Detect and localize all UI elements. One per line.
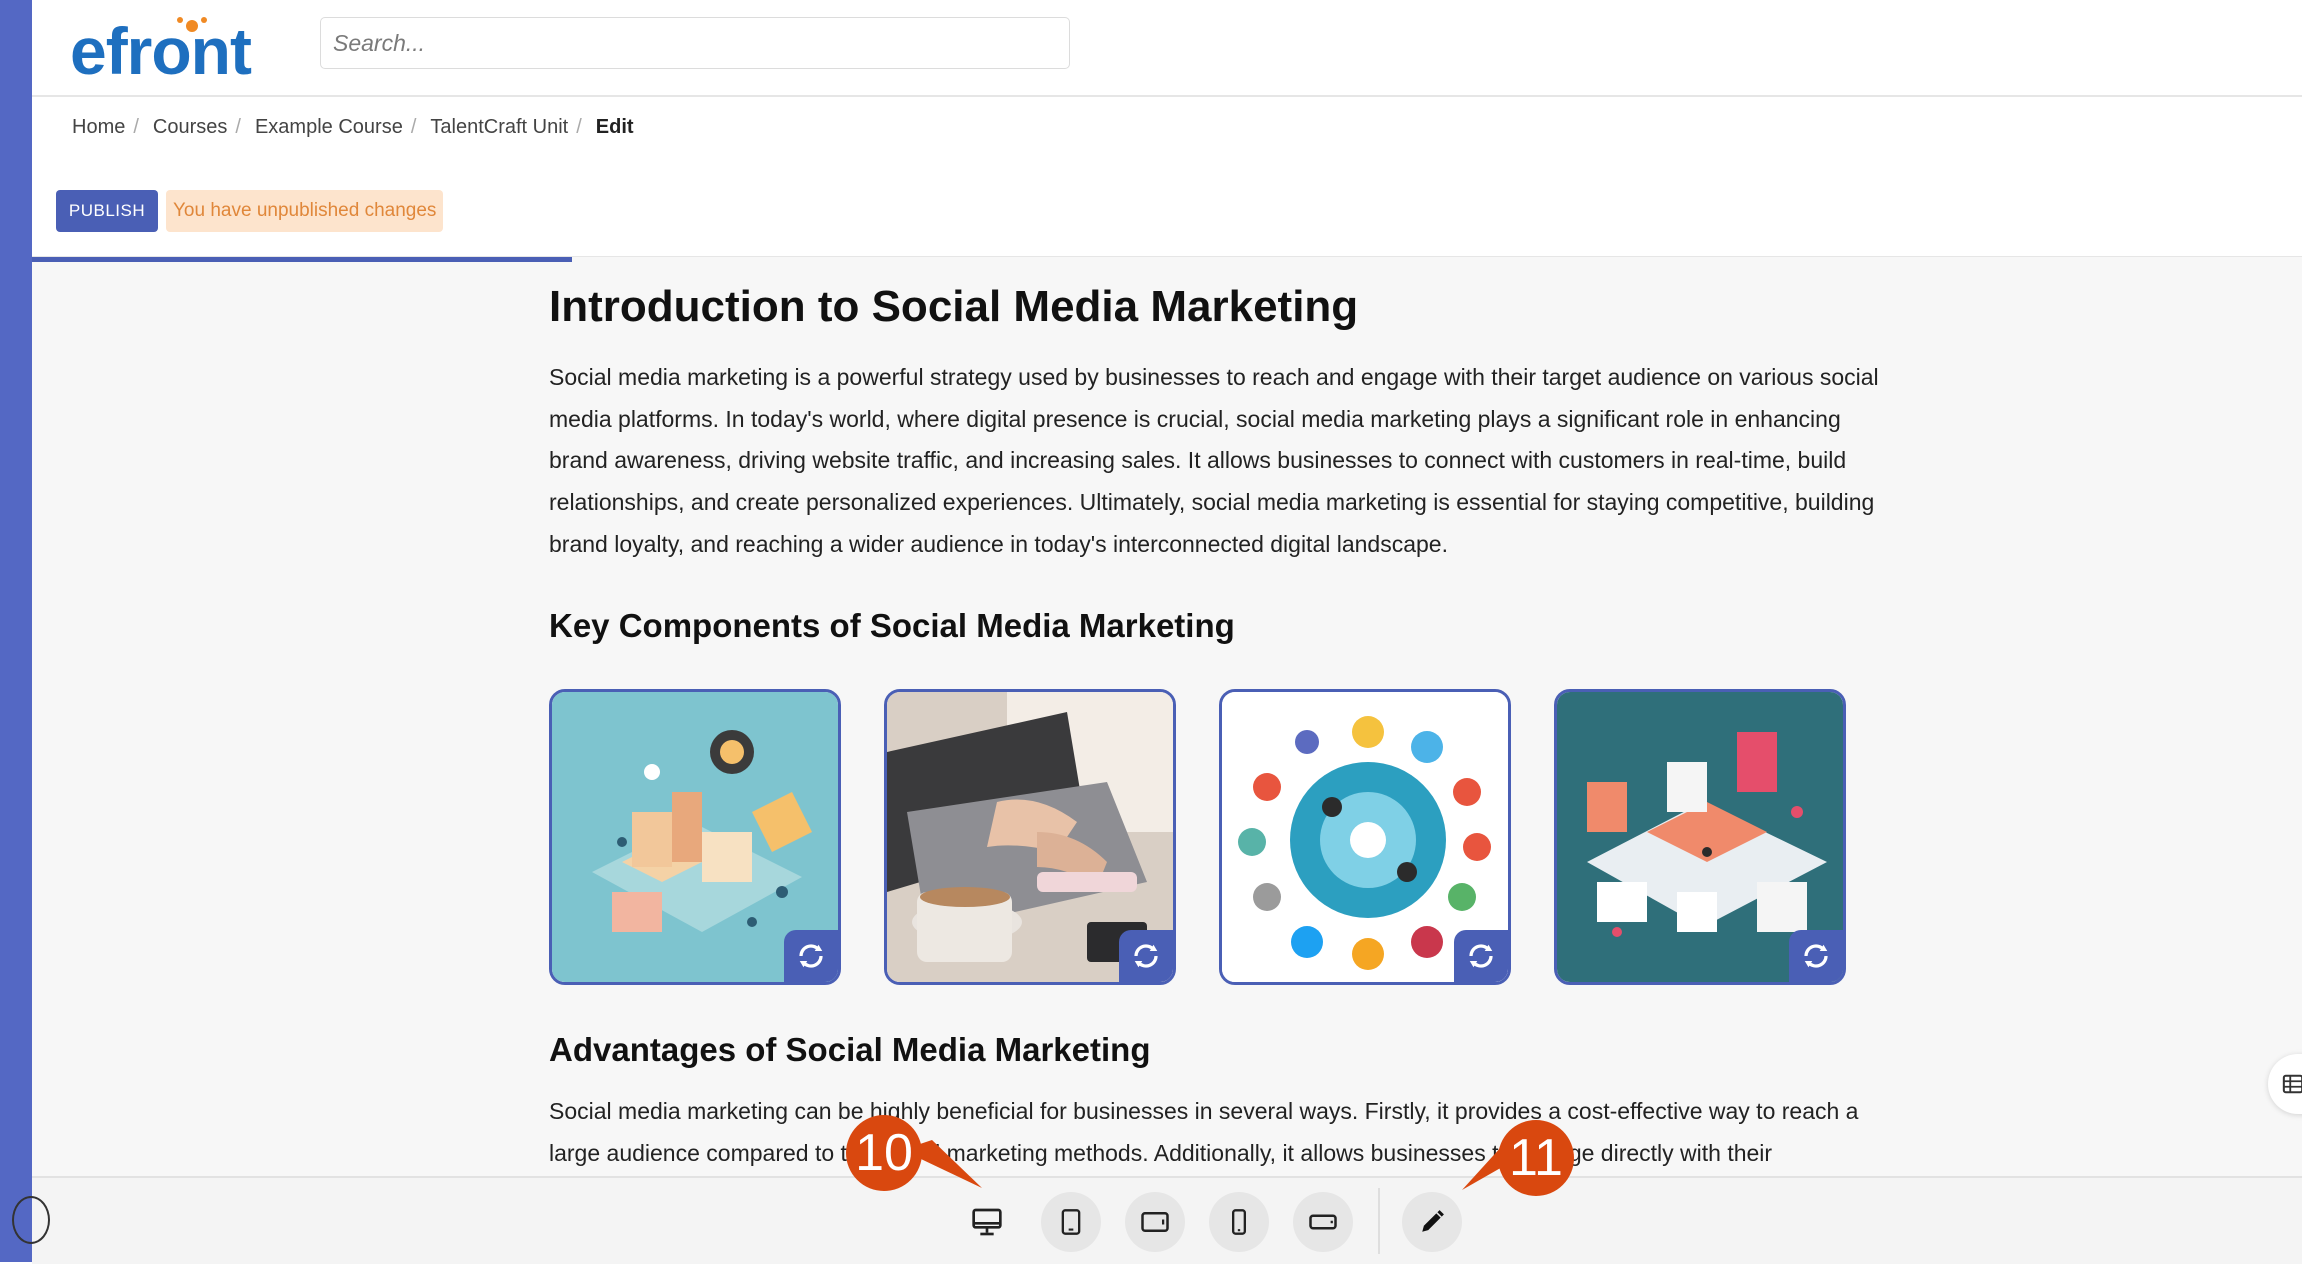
breadcrumb-home[interactable]: Home xyxy=(72,116,125,139)
refresh-icon xyxy=(1469,944,1493,968)
breadcrumb-current: Edit xyxy=(595,116,634,138)
bottom-left-indicator xyxy=(12,1196,50,1244)
breadcrumb-separator: / xyxy=(410,116,417,138)
phone-portrait-view-button[interactable] xyxy=(1209,1192,1269,1252)
replace-image-button[interactable] xyxy=(1789,930,1843,982)
tablet-portrait-view-button[interactable] xyxy=(1041,1192,1101,1252)
section-heading-advantages[interactable]: Advantages of Social Media Marketing xyxy=(549,1031,1150,1069)
phone-landscape-view-button[interactable] xyxy=(1293,1192,1353,1252)
toolbar-divider xyxy=(1378,1188,1380,1254)
edit-mode-button[interactable] xyxy=(1402,1192,1462,1252)
publish-button[interactable]: PUBLISH xyxy=(56,190,158,232)
device-preview-toolbar xyxy=(32,1176,2302,1264)
efront-logo[interactable]: efront xyxy=(70,14,340,86)
refresh-icon xyxy=(1804,944,1828,968)
breadcrumb: Home / Courses / Example Course / TalentCra… xyxy=(72,116,634,139)
app-frame: efront Home / Courses / Example Course / Ta… xyxy=(12,0,2302,1264)
intro-paragraph[interactable]: Social media marketing is a powerful str… xyxy=(549,357,1889,566)
pencil-icon xyxy=(1422,1210,1444,1232)
table-icon xyxy=(2282,1074,2302,1094)
advantages-paragraph[interactable]: Social media marketing can be highly ben… xyxy=(549,1091,1889,1174)
tablet-landscape-icon xyxy=(1141,1212,1169,1232)
phone-landscape-icon xyxy=(1309,1214,1337,1230)
breadcrumb-separator: / xyxy=(235,116,241,138)
phone-portrait-icon xyxy=(1232,1209,1246,1235)
gallery-image-2[interactable] xyxy=(884,689,1176,985)
refresh-icon xyxy=(799,944,823,968)
top-header: efront xyxy=(32,0,2302,97)
progress-bar xyxy=(32,257,572,262)
gallery-image-1[interactable] xyxy=(549,689,841,985)
callout-10: 10 xyxy=(846,1115,922,1191)
breadcrumb-courses[interactable]: Courses xyxy=(153,116,227,139)
left-rail xyxy=(0,0,32,1262)
breadcrumb-unit[interactable]: TalentCraft Unit xyxy=(430,116,568,139)
article: Introduction to Social Media Marketing S… xyxy=(549,271,1889,1166)
replace-image-button[interactable] xyxy=(784,930,838,982)
breadcrumb-example-course[interactable]: Example Course xyxy=(255,116,403,139)
page-title[interactable]: Introduction to Social Media Marketing xyxy=(549,271,1889,343)
gallery-image-3[interactable] xyxy=(1219,689,1511,985)
replace-image-button[interactable] xyxy=(1454,930,1508,982)
tablet-portrait-icon xyxy=(1061,1209,1081,1235)
tablet-landscape-view-button[interactable] xyxy=(1125,1192,1185,1252)
desktop-icon xyxy=(972,1208,1002,1236)
refresh-icon xyxy=(1134,944,1158,968)
gallery-image-4[interactable] xyxy=(1554,689,1846,985)
breadcrumb-separator: / xyxy=(133,116,139,138)
callout-11: 11 xyxy=(1498,1120,1574,1196)
replace-image-button[interactable] xyxy=(1119,930,1173,982)
desktop-view-button[interactable] xyxy=(957,1192,1017,1252)
image-gallery xyxy=(549,689,1846,985)
editor-content[interactable]: Introduction to Social Media Marketing S… xyxy=(32,256,2302,1177)
breadcrumb-separator: / xyxy=(576,116,582,138)
unpublished-changes-badge: You have unpublished changes xyxy=(166,190,444,232)
search-input[interactable] xyxy=(320,17,1070,69)
section-heading-components[interactable]: Key Components of Social Media Marketing xyxy=(549,607,1235,645)
logo-text: efront xyxy=(70,14,252,86)
